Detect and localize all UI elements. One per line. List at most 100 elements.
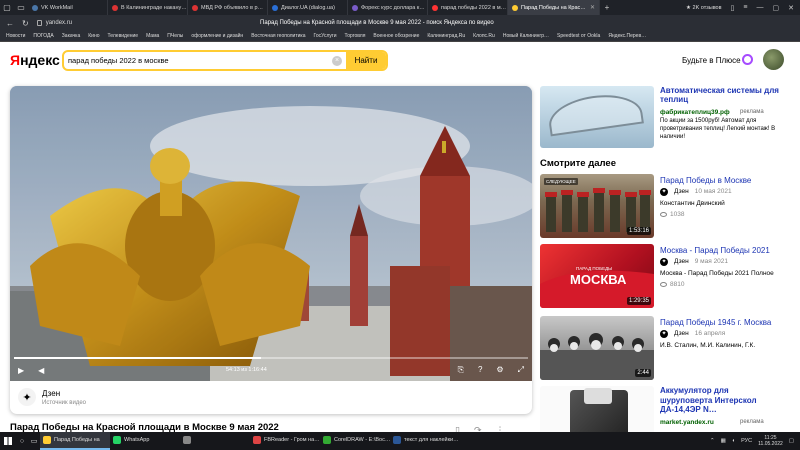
shop-ad-badge: реклама (740, 419, 764, 425)
shop-title[interactable]: Аккумулятор для шуруповерта Интерскол ДА… (660, 386, 780, 415)
taskbar-item[interactable]: FBReader - Гром на… (250, 432, 320, 450)
yandex-header: Яндекс парад победы 2022 в москве × Найт… (0, 42, 800, 78)
fullscreen-icon[interactable]: ⤢ (518, 365, 524, 375)
rating-badge[interactable]: ★ 2K отзывов (686, 5, 722, 11)
url-field[interactable]: yandex.ru (36, 20, 72, 26)
app-icon (393, 436, 401, 444)
tab-parade-video[interactable]: Парад Победы на Крас… ✕ (508, 0, 600, 15)
ad-thumbnail[interactable] (540, 86, 654, 148)
bookmark-item[interactable]: Кино (88, 33, 99, 39)
close-window-icon[interactable]: ✕ (788, 4, 794, 12)
list-item[interactable]: СЛЕДУЮЩЕЕ 1:53:16 Парад Победы в Москве … (540, 174, 780, 238)
taskbar-item[interactable]: CorelDRAW - E:\Вос… (320, 432, 390, 450)
bookmark-item[interactable]: Клопс.Ru (473, 33, 495, 39)
tray-arrow-icon[interactable]: ⌃ (710, 438, 715, 444)
video-player[interactable]: ▶ ◀ 54:13 из 1:16:44 ⎘ ? ⚙ ⤢ (10, 86, 532, 381)
bookmark-item[interactable]: Мама (146, 33, 159, 39)
bookmark-item[interactable]: Телевидение (107, 33, 138, 39)
search-input[interactable]: парад победы 2022 в москве (64, 52, 332, 69)
volume-tray-icon[interactable]: ◖ (732, 438, 735, 444)
rec-title[interactable]: Парад Победы в Москве (660, 176, 780, 185)
plus-link[interactable]: Будьте в Плюсе (682, 56, 741, 65)
source-name[interactable]: Дзен (42, 389, 60, 398)
taskbar-item[interactable]: текст для наклейки… (390, 432, 460, 450)
window-icon[interactable]: ▭ (14, 0, 28, 15)
network-icon[interactable]: ▦ (721, 438, 726, 444)
taskbar-item[interactable]: Парад Победы на (40, 432, 110, 450)
dzen-logo-icon[interactable]: ✦ (18, 388, 36, 406)
rec-thumbnail[interactable]: 2:44 (540, 316, 654, 380)
rec-title[interactable]: Москва - Парад Победы 2021 (660, 246, 780, 255)
svg-text:МОСКВА: МОСКВА (570, 272, 627, 287)
tab-label: МВД РФ объявило в р… (201, 4, 264, 11)
bookmark-item[interactable]: Новый Калинингр… (503, 33, 549, 39)
rec-thumbnail[interactable]: МОСКВА ПАРАД ПОБЕДЫ 1:29:35 (540, 244, 654, 308)
subtitles-icon[interactable]: ⎘ (458, 365, 464, 375)
back-icon[interactable]: ← (6, 19, 14, 28)
bookmark-icon[interactable]: ▯ (731, 4, 735, 12)
bookmark-item[interactable]: Speedtest от Ookla (557, 33, 600, 39)
menu-icon[interactable]: ≡ (743, 4, 747, 11)
new-tab-icon[interactable]: + (600, 0, 614, 15)
rec-title[interactable]: Парад Победы 1945 г. Москва (660, 318, 780, 327)
tab-vk-workmail[interactable]: VK WorkMail (28, 0, 108, 15)
taskbar-item[interactable]: WhatsApp (110, 432, 180, 450)
dzen-icon: ✦ (660, 188, 668, 196)
bookmark-item[interactable]: оформление и дизайн (191, 33, 243, 39)
ad-text: По акции за 1500руб! Автомат для проветр… (660, 118, 776, 140)
task-view-icon[interactable]: ▭ (28, 432, 40, 450)
maximize-icon[interactable]: ▢ (773, 4, 780, 12)
language-indicator[interactable]: РУС (741, 438, 752, 444)
tab-dialog-ua[interactable]: Диалог.UA (dialog.ua) (268, 0, 348, 15)
tabs-menu-icon[interactable]: ▢ (0, 0, 14, 15)
tab-kaliningrad-news[interactable]: В Калининграде накану… (108, 0, 188, 15)
plus-icon[interactable] (742, 54, 753, 65)
settings-icon[interactable]: ⚙ (496, 365, 503, 375)
tab-mvd-news[interactable]: МВД РФ объявило в р… (188, 0, 268, 15)
rec-source[interactable]: Дзен (674, 258, 689, 266)
list-item[interactable]: 2:44 Парад Победы 1945 г. Москва ✦ Дзен 16… (540, 316, 780, 380)
play-icon[interactable]: ▶ (18, 366, 24, 375)
start-button[interactable] (0, 432, 16, 450)
bookmark-item[interactable]: Торговля (345, 33, 366, 39)
rec-source[interactable]: Дзен (674, 330, 689, 338)
bookmark-item[interactable]: Калининград.Ru (427, 33, 465, 39)
battery-image (570, 388, 628, 438)
bookmark-item[interactable]: Закачка (62, 33, 80, 39)
reload-icon[interactable]: ↻ (22, 19, 29, 28)
rec-thumbnail[interactable]: СЛЕДУЮЩЕЕ 1:53:16 (540, 174, 654, 238)
bookmark-item[interactable]: Восточная геополитика (251, 33, 305, 39)
clear-search-icon[interactable]: × (332, 56, 342, 66)
bookmark-item[interactable]: ПОГОДА (33, 33, 53, 39)
bookmark-item[interactable]: Военное обозрение (373, 33, 419, 39)
volume-icon[interactable]: ◀ (38, 366, 44, 375)
yandex-logo[interactable]: Яндекс (10, 52, 60, 68)
search-icon[interactable]: ○ (16, 432, 28, 450)
taskbar-item-label: текст для наклейки… (404, 437, 459, 443)
bookmark-item[interactable]: Новости (6, 33, 25, 39)
avatar[interactable] (763, 49, 784, 70)
ad-site[interactable]: фабрикатеплиц39.рф (660, 109, 730, 116)
bookmark-item[interactable]: Яндекс.Перев… (608, 33, 646, 39)
taskbar-item-label: CorelDRAW - E:\Вос… (334, 437, 390, 443)
eye-icon (660, 282, 667, 287)
minimize-icon[interactable]: — (757, 4, 764, 11)
taskbar-item[interactable] (180, 432, 250, 450)
help-icon[interactable]: ? (478, 365, 482, 375)
tab-favicon (192, 4, 198, 11)
bookmark-item[interactable]: ГосУслуги (314, 33, 337, 39)
list-item[interactable]: МОСКВА ПАРАД ПОБЕДЫ 1:29:35 Москва - Пара… (540, 244, 780, 308)
clock[interactable]: 11:25 11.05.2022 (758, 435, 783, 447)
tab-forex[interactable]: Форекс курс доллара к… (348, 0, 428, 15)
app-icon (43, 436, 51, 444)
close-tab-icon[interactable]: ✕ (590, 4, 595, 11)
search-button[interactable]: Найти (346, 52, 386, 69)
ad-greenhouse[interactable]: Автоматическая системы для теплиц фабрик… (540, 86, 780, 148)
ad-title[interactable]: Автоматическая системы для теплиц (660, 86, 780, 104)
rec-views: 8810 (660, 281, 684, 288)
rec-source[interactable]: Дзен (674, 188, 689, 196)
tab-search-parade[interactable]: парад победы 2022 в м… (428, 0, 508, 15)
bookmark-item[interactable]: ПЧелы (167, 33, 183, 39)
shop-site[interactable]: market.yandex.ru (660, 419, 714, 426)
notifications-icon[interactable]: ▢ (789, 438, 794, 444)
